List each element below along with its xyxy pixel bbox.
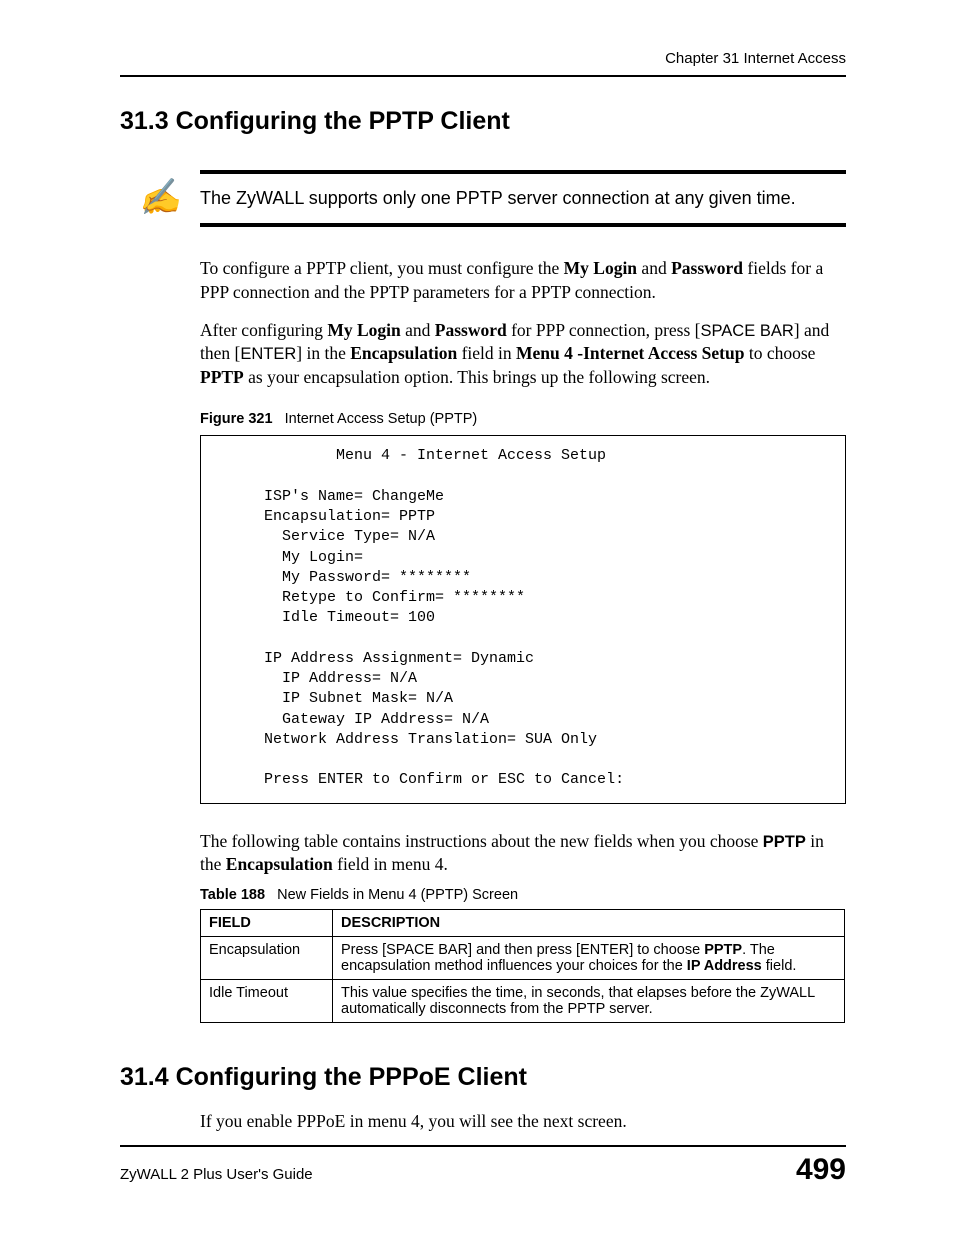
figure-caption: Figure 321 Internet Access Setup (PPTP) [200, 411, 846, 427]
table-caption: Table 188 New Fields in Menu 4 (PPTP) Sc… [200, 887, 846, 903]
table-fields: FIELD DESCRIPTION Encapsulation Press [S… [200, 909, 845, 1023]
paragraph: To configure a PPTP client, you must con… [200, 257, 846, 304]
footer-rule [120, 1145, 846, 1147]
table-cell-description: This value specifies the time, in second… [333, 979, 845, 1022]
footer-guide-title: ZyWALL 2 Plus User's Guide [120, 1166, 313, 1183]
paragraph: After configuring My Login and Password … [200, 319, 846, 390]
table-row: Idle Timeout This value specifies the ti… [201, 979, 845, 1022]
header-rule [120, 75, 846, 77]
paragraph: If you enable PPPoE in menu 4, you will … [200, 1110, 846, 1134]
page-footer: ZyWALL 2 Plus User's Guide 499 [120, 1145, 846, 1187]
note-icon: ✍ [136, 176, 182, 220]
paragraph: The following table contains instruction… [200, 830, 846, 877]
note-rule-bottom [200, 223, 846, 227]
table-header-row: FIELD DESCRIPTION [201, 909, 845, 936]
table-header-field: FIELD [201, 909, 333, 936]
note-block: ✍ The ZyWALL supports only one PPTP serv… [120, 170, 846, 227]
terminal-screen: Menu 4 - Internet Access Setup ISP's Nam… [200, 435, 846, 803]
page-number: 499 [796, 1153, 846, 1187]
table-cell-field: Idle Timeout [201, 979, 333, 1022]
section-heading-31-3: 31.3 Configuring the PPTP Client [120, 107, 846, 136]
table-cell-description: Press [SPACE BAR] and then press [ENTER]… [333, 936, 845, 979]
table-row: Encapsulation Press [SPACE BAR] and then… [201, 936, 845, 979]
section-heading-31-4: 31.4 Configuring the PPPoE Client [120, 1063, 846, 1092]
table-cell-field: Encapsulation [201, 936, 333, 979]
note-text: The ZyWALL supports only one PPTP server… [200, 174, 846, 223]
page-header-chapter: Chapter 31 Internet Access [120, 50, 846, 67]
table-header-description: DESCRIPTION [333, 909, 845, 936]
